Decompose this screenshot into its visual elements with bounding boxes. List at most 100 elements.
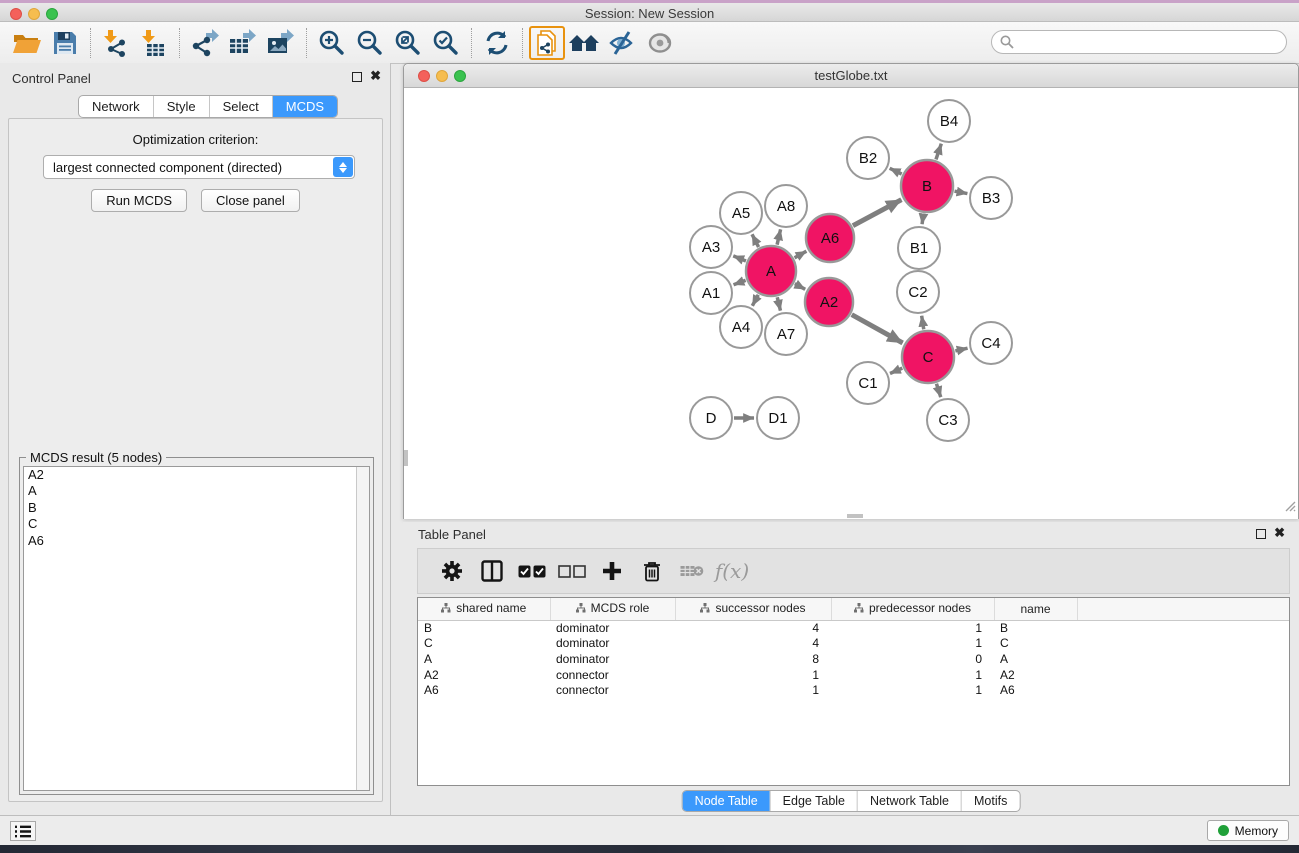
float-panel-icon[interactable] xyxy=(352,72,362,82)
table-row[interactable]: Cdominator41C xyxy=(418,636,1289,652)
settings-icon[interactable] xyxy=(432,560,472,582)
node-B3[interactable]: B3 xyxy=(970,177,1012,219)
edge-A6-B[interactable] xyxy=(853,200,902,226)
edge-A-A5[interactable] xyxy=(752,234,759,247)
node-C2[interactable]: C2 xyxy=(897,271,939,313)
import-table-icon[interactable] xyxy=(135,26,173,60)
node-B4[interactable]: B4 xyxy=(928,100,970,142)
edge-A-A6[interactable] xyxy=(795,251,807,258)
canvas-vertical-scrollbar[interactable] xyxy=(404,450,408,466)
export-table-icon[interactable] xyxy=(224,26,262,60)
run-mcds-button[interactable]: Run MCDS xyxy=(91,189,187,212)
edge-C-C4[interactable] xyxy=(955,348,967,351)
export-image-icon[interactable] xyxy=(262,26,300,60)
split-view-icon[interactable] xyxy=(472,560,512,582)
criterion-select[interactable]: largest connected component (directed) xyxy=(43,155,355,179)
column-header-predecessor-nodes[interactable]: predecessor nodes xyxy=(831,598,994,620)
node-A5[interactable]: A5 xyxy=(720,192,762,234)
network-graph[interactable]: AA1A2A3A4A5A6A7A8BB1B2B3B4CC1C2C3C4DD1 xyxy=(404,88,1298,519)
open-session-icon[interactable] xyxy=(8,26,46,60)
cell[interactable]: 4 xyxy=(675,636,831,652)
close-panel-icon[interactable]: ✖ xyxy=(370,69,381,83)
cell[interactable]: B xyxy=(994,620,1077,636)
export-network-icon[interactable] xyxy=(186,26,224,60)
cell[interactable]: dominator xyxy=(550,620,675,636)
close-panel-button[interactable]: Close panel xyxy=(201,189,300,212)
edge-B-B2[interactable] xyxy=(890,168,902,174)
cell[interactable]: connector xyxy=(550,682,675,698)
column-header-name[interactable]: name xyxy=(994,598,1077,620)
cell[interactable]: 4 xyxy=(675,620,831,636)
cell[interactable]: A6 xyxy=(418,682,550,698)
edge-A-A2[interactable] xyxy=(795,284,805,290)
node-table[interactable]: shared nameMCDS rolesuccessor nodesprede… xyxy=(417,597,1290,786)
zoom-fit-icon[interactable] xyxy=(389,26,427,60)
duplicate-network-icon[interactable] xyxy=(529,26,565,60)
cell[interactable]: 1 xyxy=(831,667,994,683)
tab-node-table[interactable]: Node Table xyxy=(683,791,770,811)
function-builder-icon[interactable]: f(x) xyxy=(712,559,752,583)
table-header-row[interactable]: shared nameMCDS rolesuccessor nodesprede… xyxy=(418,598,1289,620)
float-table-panel-icon[interactable] xyxy=(1256,529,1266,539)
cell[interactable]: A xyxy=(418,651,550,667)
delete-table-icon[interactable] xyxy=(672,564,712,578)
node-A6[interactable]: A6 xyxy=(806,214,854,262)
network-window-titlebar[interactable]: testGlobe.txt xyxy=(404,64,1298,88)
cell[interactable]: A2 xyxy=(994,667,1077,683)
edge-A-A3[interactable] xyxy=(733,256,746,261)
cell[interactable]: A2 xyxy=(418,667,550,683)
table-row[interactable]: Bdominator41B xyxy=(418,620,1289,636)
edge-B-B1[interactable] xyxy=(922,214,923,224)
add-column-icon[interactable] xyxy=(592,561,632,581)
result-scrollbar[interactable] xyxy=(356,467,369,790)
node-A8[interactable]: A8 xyxy=(765,185,807,227)
cell[interactable]: dominator xyxy=(550,636,675,652)
select-all-checkboxes-icon[interactable] xyxy=(512,565,552,578)
table-row[interactable]: A2connector11A2 xyxy=(418,667,1289,683)
node-A2[interactable]: A2 xyxy=(805,278,853,326)
cell[interactable]: 1 xyxy=(831,620,994,636)
cell[interactable]: 0 xyxy=(831,651,994,667)
cell[interactable]: 1 xyxy=(675,667,831,683)
cell[interactable]: C xyxy=(994,636,1077,652)
tab-mcds[interactable]: MCDS xyxy=(272,96,337,117)
edge-A2-C[interactable] xyxy=(852,315,903,343)
edge-A-A7[interactable] xyxy=(777,297,780,310)
result-item[interactable]: A xyxy=(24,483,369,499)
node-C[interactable]: C xyxy=(902,331,954,383)
tab-select[interactable]: Select xyxy=(209,96,272,117)
tab-motifs[interactable]: Motifs xyxy=(961,791,1019,811)
cell[interactable]: dominator xyxy=(550,651,675,667)
result-item[interactable]: A2 xyxy=(24,467,369,483)
edge-B-B3[interactable] xyxy=(955,191,968,193)
cell[interactable]: 1 xyxy=(675,682,831,698)
table-row[interactable]: A6connector11A6 xyxy=(418,682,1289,698)
node-D1[interactable]: D1 xyxy=(757,397,799,439)
edge-A-A4[interactable] xyxy=(752,295,758,306)
task-history-button[interactable] xyxy=(10,821,36,841)
cell[interactable]: 1 xyxy=(831,682,994,698)
table-row[interactable]: Adominator80A xyxy=(418,651,1289,667)
window-resize-grip[interactable] xyxy=(1283,499,1296,517)
node-A[interactable]: A xyxy=(746,246,796,296)
network-canvas[interactable]: AA1A2A3A4A5A6A7A8BB1B2B3B4CC1C2C3C4DD1 xyxy=(404,88,1298,519)
node-C1[interactable]: C1 xyxy=(847,362,889,404)
search-input[interactable] xyxy=(991,30,1287,54)
column-header-successor-nodes[interactable]: successor nodes xyxy=(675,598,831,620)
node-A4[interactable]: A4 xyxy=(720,306,762,348)
cell[interactable]: B xyxy=(418,620,550,636)
save-session-icon[interactable] xyxy=(46,26,84,60)
result-item[interactable]: C xyxy=(24,516,369,532)
show-all-icon[interactable] xyxy=(641,26,679,60)
close-table-panel-icon[interactable]: ✖ xyxy=(1274,526,1285,540)
refresh-layout-icon[interactable] xyxy=(478,26,516,60)
cell[interactable]: connector xyxy=(550,667,675,683)
node-D[interactable]: D xyxy=(690,397,732,439)
tab-network-table[interactable]: Network Table xyxy=(857,791,961,811)
tab-edge-table[interactable]: Edge Table xyxy=(770,791,857,811)
zoom-selected-icon[interactable] xyxy=(427,26,465,60)
edge-C-C3[interactable] xyxy=(936,384,940,397)
column-header-shared-name[interactable]: shared name xyxy=(418,598,550,620)
edge-C-C1[interactable] xyxy=(890,368,902,373)
node-C3[interactable]: C3 xyxy=(927,399,969,441)
